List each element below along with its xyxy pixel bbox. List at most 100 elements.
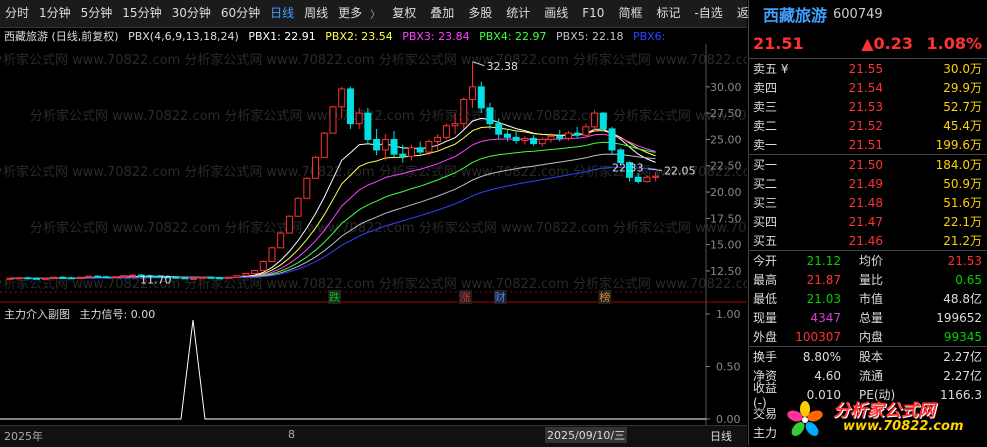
period-tab-8[interactable]: 更多	[333, 0, 367, 27]
tool-button-4[interactable]: 画线	[539, 0, 573, 27]
tool-button-2[interactable]: 多股	[463, 0, 497, 27]
candle-body	[172, 276, 180, 279]
period-tab-0[interactable]: 分时	[0, 0, 34, 27]
candle-body	[67, 277, 75, 280]
stat-row: 今开 21.12 均价 21.53	[749, 251, 987, 270]
candle-body	[477, 86, 485, 109]
ask-row[interactable]: 卖一 21.51 199.6万	[749, 135, 987, 154]
stat-value: 21.87	[806, 272, 841, 287]
candle-body	[41, 277, 49, 280]
order-volume: 30.0万	[943, 62, 982, 76]
stat-label: 今开	[753, 254, 778, 268]
candle-body	[460, 98, 468, 125]
candle-body	[503, 133, 511, 138]
stock-code: 600749	[833, 6, 883, 22]
candle-body	[416, 147, 424, 153]
sub-chart-legend: 主力介入副图 主力信号: 0.00	[4, 306, 155, 322]
period-tab-3[interactable]: 15分钟	[117, 0, 166, 27]
tool-button-5[interactable]: F10	[577, 0, 609, 27]
tool-button-8[interactable]: -自选	[689, 0, 727, 27]
ask-book: 卖五 ¥ 21.55 30.0万 卖四 21.54 29.9万卖三 21.53 52.7万卖二…	[749, 59, 987, 155]
candle-body	[495, 123, 503, 135]
kline-chart[interactable]: 分析家公式网 www.70822.com 分析家公式网 www.70822.co…	[0, 44, 747, 425]
stat-label: 均价	[859, 254, 884, 268]
stat-value: 199652	[936, 310, 982, 325]
stat-label: 量比	[859, 273, 884, 287]
candle-body	[268, 247, 276, 262]
y-tick-label: 30.00	[710, 81, 742, 94]
candle-body	[425, 141, 433, 153]
event-tag: 榜	[599, 290, 610, 304]
stat-row: 最低 21.03 市值 48.8亿	[749, 289, 987, 308]
ask-row[interactable]: 卖四 21.54 29.9万	[749, 78, 987, 97]
candle-body	[59, 276, 67, 279]
sub-y-tick-label: 0.50	[716, 361, 741, 374]
bid-row[interactable]: 买四 21.47 22.1万	[749, 212, 987, 231]
order-price: 21.53	[848, 99, 883, 114]
candle-body	[591, 112, 599, 128]
more-arrow-icon[interactable]: 〉	[367, 6, 383, 21]
stat-value: 4.60	[814, 368, 841, 383]
y-tick-label: 17.50	[710, 212, 742, 225]
stat-label: 最高	[753, 273, 778, 287]
period-tab-7[interactable]: 周线	[299, 0, 333, 27]
event-tag: 财	[495, 290, 506, 304]
high-price-label: 32.38	[487, 60, 519, 73]
stat-value: 2.27亿	[943, 369, 982, 383]
candle-body	[76, 276, 84, 279]
bid-row[interactable]: 买二 21.49 50.9万	[749, 174, 987, 193]
pbx-label-2: 22.05	[664, 164, 696, 177]
chart-legend: 西藏旅游 (日线,前复权) PBX(4,6,9,13,18,24) PBX1: …	[4, 28, 671, 44]
pbx1-value: PBX1: 22.91	[248, 30, 316, 43]
candle-body	[111, 276, 119, 279]
stat-label: 内盘	[859, 330, 884, 344]
stat-value: 8.80%	[802, 349, 841, 364]
order-volume: 51.6万	[943, 196, 982, 210]
period-tab-2[interactable]: 5分钟	[76, 0, 118, 27]
period-tab-6[interactable]: 日线	[265, 0, 299, 27]
order-level-label: 买四	[753, 215, 778, 229]
tool-button-7[interactable]: 标记	[651, 0, 685, 27]
tool-button-6[interactable]: 简框	[613, 0, 647, 27]
order-level-label: 卖三	[753, 100, 778, 114]
ask-row[interactable]: 卖二 21.52 45.4万	[749, 116, 987, 135]
ask-row[interactable]: 卖三 21.53 52.7万	[749, 97, 987, 116]
pbx3-value: PBX3: 23.84	[402, 30, 470, 43]
stat-row: 外盘 100307 内盘 99345	[749, 327, 987, 346]
period-tab-5[interactable]: 60分钟	[216, 0, 265, 27]
pbx2-value: PBX2: 23.54	[325, 30, 393, 43]
stock-header: 西藏旅游 600749	[749, 0, 987, 28]
indicator-name[interactable]: PBX(4,6,9,13,18,24)	[128, 30, 239, 43]
candle-body	[312, 156, 320, 179]
order-volume: 22.1万	[943, 215, 982, 229]
candle-body	[207, 276, 215, 279]
stat-value: 21.12	[806, 253, 841, 268]
bid-row[interactable]: 买五 21.46 21.2万	[749, 231, 987, 250]
period-tab-4[interactable]: 30分钟	[167, 0, 216, 27]
candle-body	[216, 277, 224, 280]
order-price: 21.47	[848, 214, 883, 229]
tool-button-3[interactable]: 统计	[501, 0, 535, 27]
watermark-url: www.70822.com	[843, 419, 964, 434]
candle-body	[530, 137, 538, 145]
order-level-label: 买二	[753, 177, 778, 191]
period-toolbar: 分时 1分钟 5分钟 15分钟 30分钟 60分钟 日线 周线 更多〉复权 叠加 多股 统计 画线 F10…	[0, 0, 761, 28]
ask-row[interactable]: 卖五 ¥ 21.55 30.0万	[749, 59, 987, 78]
stat-label: 股本	[859, 350, 884, 364]
candle-body	[469, 86, 477, 100]
x-label-cursor-date: 2025/09/10/三	[545, 427, 628, 443]
tool-button-1[interactable]: 叠加	[425, 0, 459, 27]
price-row: 21.51 ▲0.23 1.08%	[749, 28, 987, 59]
candle-body	[442, 125, 450, 138]
bid-row[interactable]: 买一 21.50 184.0万	[749, 155, 987, 174]
watermark-text: 分析家公式网	[833, 401, 935, 421]
period-tab-1[interactable]: 1分钟	[34, 0, 76, 27]
candle-body	[85, 275, 93, 278]
candle-body	[320, 132, 328, 158]
order-volume: 52.7万	[943, 100, 982, 114]
order-price: 21.50	[848, 157, 883, 172]
candle-body	[512, 136, 520, 141]
tool-button-0[interactable]: 复权	[387, 0, 421, 27]
bid-row[interactable]: 买三 21.48 51.6万	[749, 193, 987, 212]
y-tick-label: 25.00	[710, 133, 742, 146]
